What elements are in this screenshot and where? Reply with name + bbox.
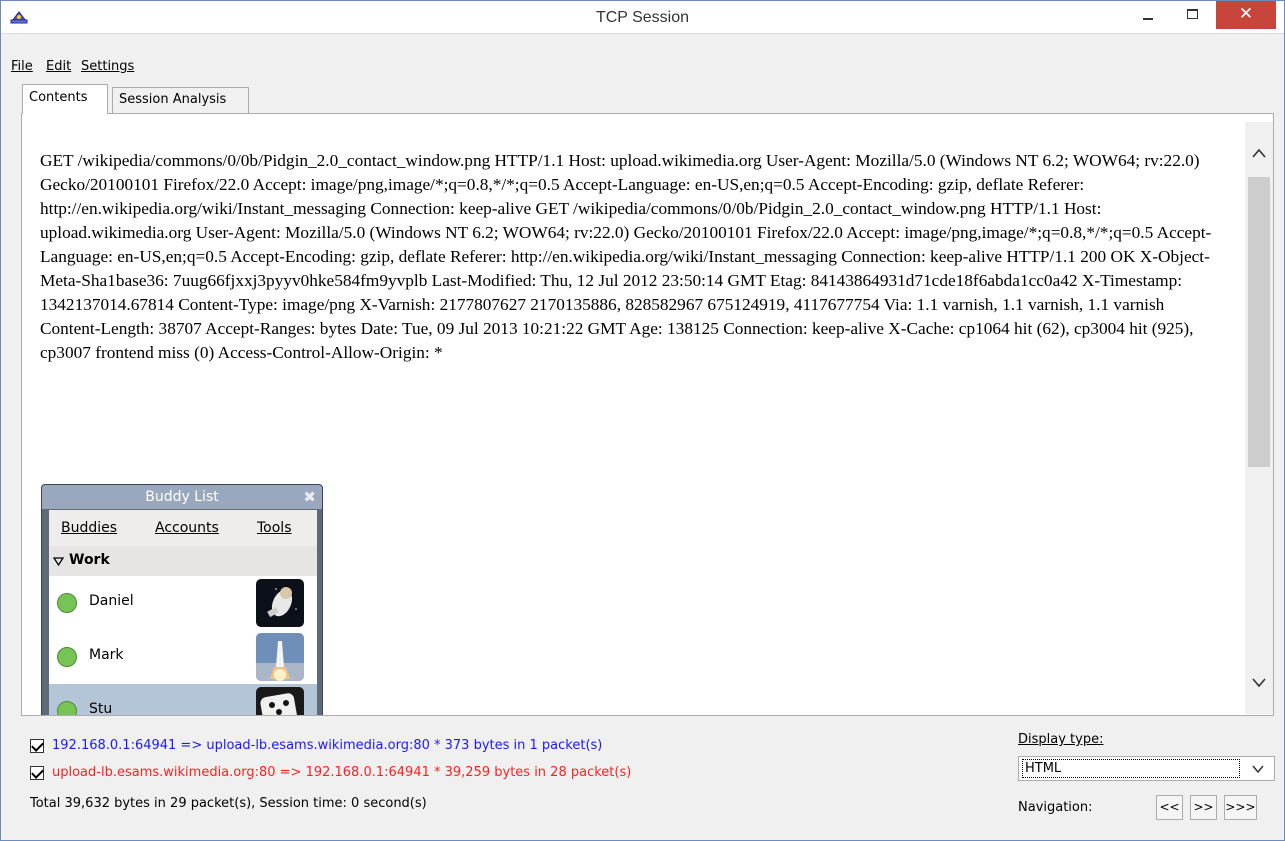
title-bar[interactable]: TCP Session ✕ [1, 1, 1284, 34]
shuttle-launch-avatar [256, 633, 304, 681]
available-status-icon [57, 593, 77, 613]
close-button[interactable]: ✕ [1216, 1, 1276, 29]
available-status-icon [57, 701, 77, 715]
http-payload-text: GET /wikipedia/commons/0/0b/Pidgin_2.0_c… [40, 151, 1212, 362]
menu-file-label: File [11, 59, 33, 74]
inbound-session-label: upload-lb.esams.wikimedia.org:80 => 192.… [52, 765, 632, 780]
navigation-label: Navigation: [1018, 800, 1093, 815]
buddy-menu-accounts: Accounts [155, 520, 219, 536]
display-type-value: HTML [1022, 759, 1240, 778]
buddy-name: Stu [89, 701, 113, 716]
buddy-close-icon: ✖ [303, 488, 316, 506]
buddy-menu-accounts-label: Accounts [155, 520, 219, 536]
maximize-icon [1187, 9, 1198, 19]
buddy-group-name: Work [69, 552, 110, 568]
menu-file[interactable]: File [11, 59, 33, 74]
buddy-row-daniel: Daniel [49, 576, 317, 630]
menu-settings-label: Settings [81, 59, 135, 74]
astronaut-avatar [256, 579, 304, 627]
scrollbar-thumb[interactable] [1248, 177, 1270, 467]
tab-session-analysis[interactable]: Session Analysis [112, 87, 249, 113]
vertical-scrollbar[interactable] [1245, 122, 1273, 714]
nav-next-button[interactable]: >> [1190, 795, 1217, 820]
nav-first-button[interactable]: << [1156, 795, 1183, 820]
buddy-menu-buddies: Buddies [61, 520, 117, 536]
tab-contents-label: Contents [29, 90, 88, 105]
tab-session-analysis-label: Session Analysis [119, 92, 227, 107]
outbound-checkbox[interactable] [30, 739, 44, 753]
buddy-list-image: Buddy List ✖ Buddies Accounts Tools Work [41, 484, 323, 716]
scroll-up-arrow-icon[interactable] [1252, 148, 1266, 158]
tcp-session-window: TCP Session ✕ File Edit Settings Content… [0, 0, 1285, 841]
inbound-checkbox[interactable] [30, 766, 44, 780]
menu-edit-label: Edit [46, 59, 72, 74]
buddy-list-title-text: Buddy List [145, 489, 219, 505]
buddy-row-stu: Stu [49, 684, 317, 716]
available-status-icon [57, 647, 77, 667]
menu-settings[interactable]: Settings [81, 59, 134, 74]
buddy-list-body: Buddies Accounts Tools Work Daniel Mark … [49, 510, 317, 716]
buddy-group-row: Work [49, 546, 317, 576]
minimize-button[interactable] [1126, 1, 1170, 32]
buddy-menubar: Buddies Accounts Tools [49, 510, 317, 546]
buddy-row-mark: Mark [49, 630, 317, 684]
display-type-select[interactable]: HTML [1018, 756, 1275, 781]
close-icon: ✕ [1238, 4, 1254, 24]
buddy-list-title: Buddy List ✖ [42, 485, 322, 509]
minimize-icon [1143, 18, 1153, 20]
outbound-session-label: 192.168.0.1:64941 => upload-lb.esams.wik… [52, 738, 603, 753]
nav-last-button[interactable]: >>> [1224, 795, 1257, 820]
content-panel: GET /wikipedia/commons/0/0b/Pidgin_2.0_c… [21, 113, 1274, 716]
buddy-name: Mark [89, 647, 124, 663]
chevron-down-icon [1252, 765, 1264, 774]
dice-avatar [256, 687, 304, 715]
triangle-down-icon [53, 557, 64, 566]
tab-contents[interactable]: Contents [22, 84, 108, 114]
buddy-menu-buddies-label: Buddies [61, 520, 118, 536]
buddy-menu-tools-label: Tools [257, 520, 292, 536]
buddy-name: Daniel [89, 593, 134, 609]
display-type-label-text: Display type: [1018, 732, 1104, 747]
window-title: TCP Session [595, 9, 690, 26]
menu-edit[interactable]: Edit [46, 59, 71, 74]
display-type-label: Display type: [1018, 732, 1103, 747]
maximize-button[interactable] [1170, 1, 1214, 32]
scroll-down-arrow-icon[interactable] [1252, 678, 1266, 688]
buddy-menu-tools: Tools [257, 520, 292, 536]
session-total-text: Total 39,632 bytes in 29 packet(s), Sess… [30, 796, 427, 811]
